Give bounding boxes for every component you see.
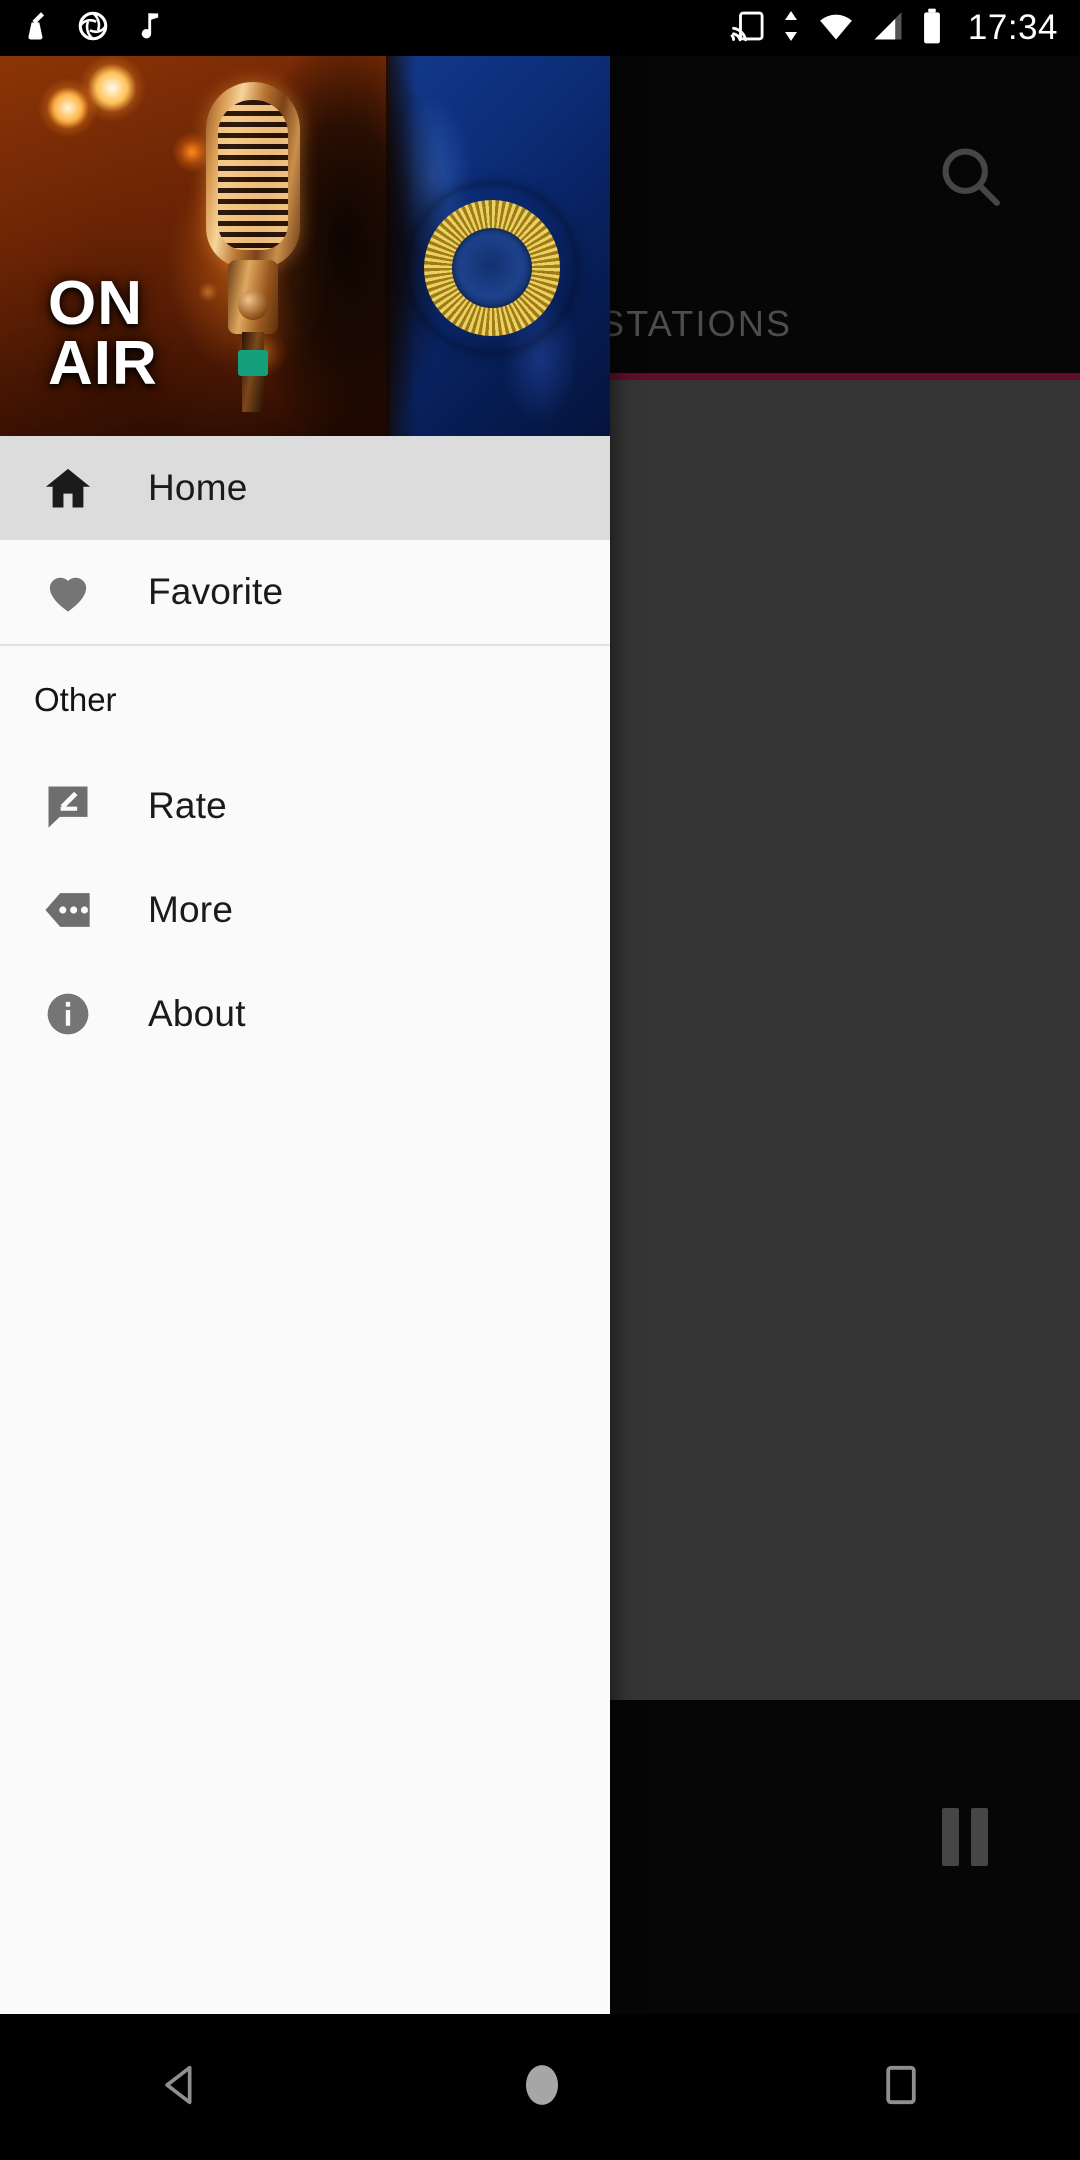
microphone-head [206,82,300,268]
cleaner-icon [20,9,54,48]
drawer-item-more-label: More [148,889,234,930]
georgia-state-seal-icon [408,184,576,352]
microphone-grill [218,100,288,250]
on-air-line-2: AIR [48,328,158,398]
drawer-item-about[interactable]: About [0,962,610,1066]
search-icon[interactable] [932,138,1008,214]
status-bar-left-icons [20,9,166,48]
wifi-icon [816,8,856,49]
home-icon [34,462,102,514]
status-bar-right-icons: 17:34 [730,7,1058,50]
drawer-menu: Home Favorite Other Rate More About [0,436,610,1066]
music-note-icon [132,9,166,48]
drawer-item-favorite[interactable]: Favorite [0,540,610,644]
info-circle-icon [34,988,102,1040]
pause-bar-left [942,1808,959,1866]
status-bar-clock: 17:34 [967,8,1058,47]
cast-icon [730,8,766,49]
drawer-item-home[interactable]: Home [0,436,610,540]
back-icon[interactable] [155,2059,207,2116]
pause-bar-right [971,1808,988,1866]
status-bar: 17:34 [0,0,1080,56]
on-air-text: ON AIR [48,268,158,398]
microphone-icon [198,82,308,412]
drawer-item-favorite-label: Favorite [148,571,284,612]
drawer-item-about-label: About [148,993,246,1034]
home-circle-icon[interactable] [516,2059,568,2116]
pause-icon[interactable] [928,1800,1002,1874]
drawer-item-home-label: Home [148,467,248,508]
drawer-item-rate[interactable]: Rate [0,754,610,858]
android-navigation-bar [0,2014,1080,2160]
vibrate-icon [780,8,802,49]
microphone-knob [238,290,268,320]
recents-square-icon[interactable] [877,2061,925,2114]
drawer-header: ON AIR [0,56,610,436]
more-horizontal-icon [34,884,102,936]
signal-icon [870,8,906,49]
camera-aperture-icon [76,9,110,48]
drawer-item-more[interactable]: More [0,858,610,962]
rate-review-icon [34,780,102,832]
heart-icon [34,566,102,618]
drawer-section-other: Other Rate More About [0,646,610,1066]
navigation-drawer: ON AIR Home Favorite Other Rate More Abo… [0,56,610,2014]
drawer-section-other-title: Other [34,681,117,718]
drawer-item-rate-label: Rate [148,785,227,826]
battery-icon [920,7,944,50]
on-air-line-1: ON [48,268,143,338]
microphone-green-accent [238,350,268,376]
